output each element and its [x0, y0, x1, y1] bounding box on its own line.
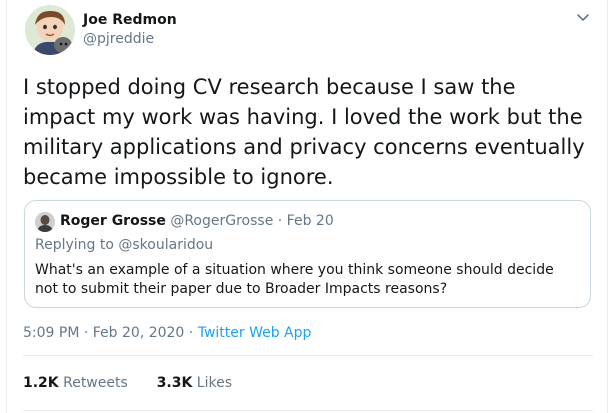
quoted-tweet[interactable]: Roger Grosse @RogerGrosse · Feb 20 Reply…: [24, 200, 591, 308]
tweet-meta: 5:09 PM · Feb 20, 2020 · Twitter Web App: [23, 325, 311, 341]
replying-to: Replying to @skoularidou: [35, 237, 213, 253]
chevron-down-icon[interactable]: [575, 10, 591, 24]
quoted-text: What's an example of a situation where y…: [35, 262, 554, 297]
retweets-count: 1.2K: [23, 375, 59, 391]
quoted-name[interactable]: Roger Grosse: [60, 213, 166, 229]
quoted-header: Roger Grosse @RogerGrosse · Feb 20: [60, 213, 334, 229]
quoted-handle[interactable]: @RogerGrosse: [170, 213, 273, 229]
author-name[interactable]: Joe Redmon: [83, 12, 177, 28]
author-handle[interactable]: @pjreddie: [83, 31, 154, 47]
quoted-separator: ·: [277, 213, 283, 229]
divider: [23, 410, 593, 411]
likes-label: Likes: [196, 375, 233, 391]
tweet-source[interactable]: Twitter Web App: [198, 325, 312, 341]
meta-separator: ·: [188, 325, 194, 341]
tweet-text: I stopped doing CV research because I sa…: [23, 75, 585, 189]
retweets-label: Retweets: [63, 375, 128, 391]
tweet-card: Joe Redmon @pjreddie I stopped doing CV …: [6, 0, 608, 413]
quoted-date[interactable]: Feb 20: [287, 213, 334, 229]
likes-count: 3.3K: [156, 375, 193, 391]
divider: [23, 355, 593, 356]
replying-prefix: Replying to: [35, 237, 114, 253]
tweet-timestamp[interactable]: 5:09 PM · Feb 20, 2020: [23, 325, 184, 341]
retweets-stat[interactable]: 1.2K Retweets: [23, 375, 132, 391]
tweet-stats: 1.2K Retweets 3.3K Likes: [23, 375, 232, 391]
likes-stat[interactable]: 3.3K Likes: [157, 375, 232, 391]
quoted-avatar: [35, 212, 55, 232]
author-avatar[interactable]: [25, 5, 75, 55]
replying-handle[interactable]: @skoularidou: [118, 237, 213, 253]
